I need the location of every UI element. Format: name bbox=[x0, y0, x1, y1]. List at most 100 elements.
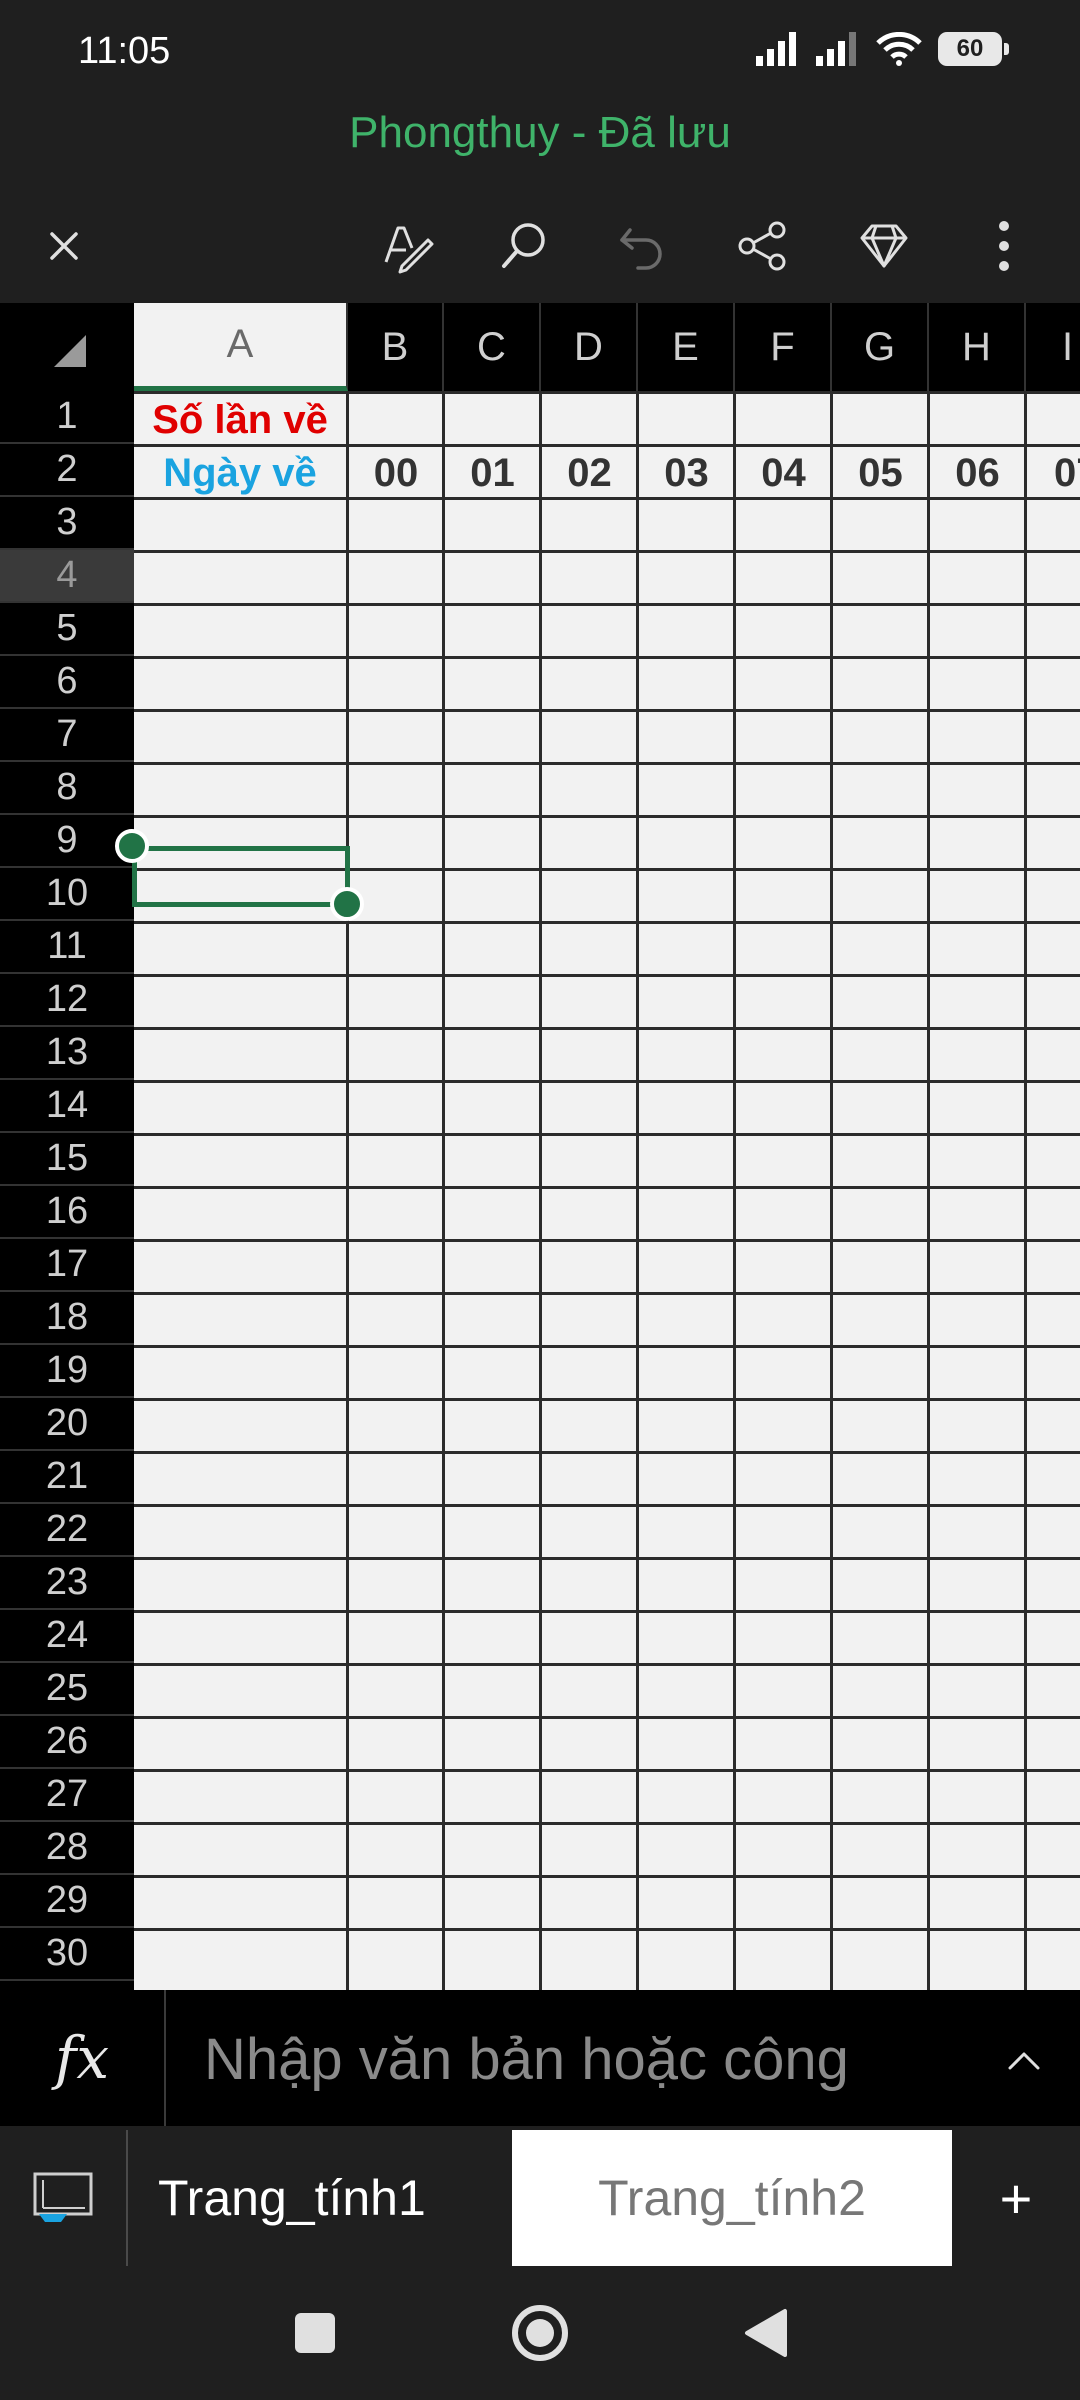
gridline-row bbox=[134, 1451, 1080, 1454]
row-header-14[interactable]: 14 bbox=[0, 1080, 134, 1133]
gridline-row bbox=[134, 497, 1080, 500]
add-sheet-button[interactable]: + bbox=[952, 2130, 1080, 2266]
row-header-23[interactable]: 23 bbox=[0, 1557, 134, 1610]
select-all-corner[interactable] bbox=[0, 303, 134, 391]
cell-area[interactable]: Số lần về Ngày về 00 01 02 03 04 05 06 0… bbox=[134, 391, 1080, 1990]
spreadsheet-grid[interactable]: A B C D E F G H I 1 2 3 4 5 6 7 8 9 10 11 12 13 14 15 1… bbox=[0, 303, 1080, 1990]
column-header-f[interactable]: F bbox=[735, 303, 832, 391]
row-header-20[interactable]: 20 bbox=[0, 1398, 134, 1451]
gridline-row bbox=[134, 603, 1080, 606]
row-header-7[interactable]: 7 bbox=[0, 709, 134, 762]
cell-d2[interactable]: 02 bbox=[541, 447, 638, 500]
formula-input[interactable] bbox=[204, 2024, 964, 2094]
close-icon bbox=[50, 232, 78, 260]
cell-a1[interactable]: Số lần về bbox=[134, 394, 346, 447]
toolbar bbox=[0, 190, 1080, 300]
gridline-row bbox=[134, 1186, 1080, 1189]
sheet-tab-2[interactable]: Trang_tính2 bbox=[512, 2130, 952, 2266]
cell-b2[interactable]: 00 bbox=[348, 447, 444, 500]
gridline-row bbox=[134, 709, 1080, 712]
row-header-18[interactable]: 18 bbox=[0, 1292, 134, 1345]
close-button[interactable] bbox=[28, 210, 100, 282]
row-header-8[interactable]: 8 bbox=[0, 762, 134, 815]
function-button[interactable]: fx bbox=[0, 1990, 166, 2126]
undo-button[interactable] bbox=[608, 210, 680, 282]
row-header-2[interactable]: 2 bbox=[0, 444, 134, 497]
gridline-column bbox=[636, 391, 639, 1990]
row-header-24[interactable]: 24 bbox=[0, 1610, 134, 1663]
column-header-a[interactable]: A bbox=[134, 303, 348, 391]
row-header-17[interactable]: 17 bbox=[0, 1239, 134, 1292]
row-header-26[interactable]: 26 bbox=[0, 1716, 134, 1769]
gridline-row bbox=[134, 550, 1080, 553]
row-header-5[interactable]: 5 bbox=[0, 603, 134, 656]
gridline-row bbox=[134, 1716, 1080, 1719]
row-header-1[interactable]: 1 bbox=[0, 391, 134, 444]
cell-g2[interactable]: 05 bbox=[832, 447, 929, 500]
cell-f2[interactable]: 04 bbox=[735, 447, 832, 500]
column-header-b[interactable]: B bbox=[348, 303, 444, 391]
gridline-row bbox=[134, 1398, 1080, 1401]
cell-a2[interactable]: Ngày về bbox=[134, 447, 346, 500]
gridline-column bbox=[733, 391, 736, 1990]
row-header-4[interactable]: 4 bbox=[0, 550, 134, 603]
triangle-back-icon bbox=[745, 2309, 787, 2357]
selection-handle-end[interactable] bbox=[330, 887, 364, 921]
column-header-h[interactable]: H bbox=[929, 303, 1026, 391]
row-header-27[interactable]: 27 bbox=[0, 1769, 134, 1822]
row-header-13[interactable]: 13 bbox=[0, 1027, 134, 1080]
battery-level: 60 bbox=[956, 35, 984, 62]
gridline-row bbox=[134, 391, 1080, 394]
column-header-bar: A B C D E F G H I bbox=[134, 303, 1080, 391]
column-header-c[interactable]: C bbox=[444, 303, 541, 391]
cell-h2[interactable]: 06 bbox=[929, 447, 1026, 500]
column-header-i[interactable]: I bbox=[1026, 303, 1080, 391]
row-header-28[interactable]: 28 bbox=[0, 1822, 134, 1875]
row-header-9[interactable]: 9 bbox=[0, 815, 134, 868]
row-header-21[interactable]: 21 bbox=[0, 1451, 134, 1504]
selection-handle-start[interactable] bbox=[115, 829, 149, 863]
share-icon bbox=[738, 221, 786, 271]
status-time: 11:05 bbox=[78, 30, 171, 72]
cell-i2[interactable]: 07 bbox=[1026, 447, 1080, 500]
gridline-row bbox=[134, 1875, 1080, 1878]
more-options-button[interactable] bbox=[968, 210, 1040, 282]
row-header-19[interactable]: 19 bbox=[0, 1345, 134, 1398]
sheet-list-button[interactable] bbox=[0, 2130, 128, 2266]
row-header-6[interactable]: 6 bbox=[0, 656, 134, 709]
row-header-22[interactable]: 22 bbox=[0, 1504, 134, 1557]
row-header-3[interactable]: 3 bbox=[0, 497, 134, 550]
search-button[interactable] bbox=[488, 210, 560, 282]
gridline-row bbox=[134, 1239, 1080, 1242]
row-header-16[interactable]: 16 bbox=[0, 1186, 134, 1239]
gridline-row bbox=[134, 1133, 1080, 1136]
sheet-tab-1[interactable]: Trang_tính1 bbox=[130, 2130, 510, 2266]
row-header-12[interactable]: 12 bbox=[0, 974, 134, 1027]
document-title[interactable]: Phongthuy - Đã lưu bbox=[0, 108, 1080, 158]
formula-bar: fx bbox=[0, 1990, 1080, 2126]
row-header-11[interactable]: 11 bbox=[0, 921, 134, 974]
premium-button[interactable] bbox=[848, 210, 920, 282]
diamond-icon bbox=[860, 224, 908, 268]
sheets-icon bbox=[33, 2172, 93, 2222]
row-header-29[interactable]: 29 bbox=[0, 1875, 134, 1928]
row-header-30[interactable]: 30 bbox=[0, 1928, 134, 1981]
row-header-15[interactable]: 15 bbox=[0, 1133, 134, 1186]
cell-selection-a4[interactable] bbox=[132, 846, 350, 907]
draw-button[interactable] bbox=[372, 210, 444, 282]
column-header-d[interactable]: D bbox=[541, 303, 638, 391]
column-header-e[interactable]: E bbox=[638, 303, 735, 391]
recent-apps-button[interactable] bbox=[280, 2298, 350, 2368]
row-header-10[interactable]: 10 bbox=[0, 868, 134, 921]
gridline-row bbox=[134, 1769, 1080, 1772]
share-button[interactable] bbox=[727, 210, 799, 282]
gridline-row bbox=[134, 656, 1080, 659]
home-button[interactable] bbox=[505, 2298, 575, 2368]
cell-e2[interactable]: 03 bbox=[638, 447, 735, 500]
cell-c2[interactable]: 01 bbox=[444, 447, 541, 500]
column-header-g[interactable]: G bbox=[832, 303, 929, 391]
back-button[interactable] bbox=[730, 2298, 800, 2368]
row-header-25[interactable]: 25 bbox=[0, 1663, 134, 1716]
gridline-row bbox=[134, 1557, 1080, 1560]
expand-formula-button[interactable] bbox=[988, 2024, 1060, 2096]
